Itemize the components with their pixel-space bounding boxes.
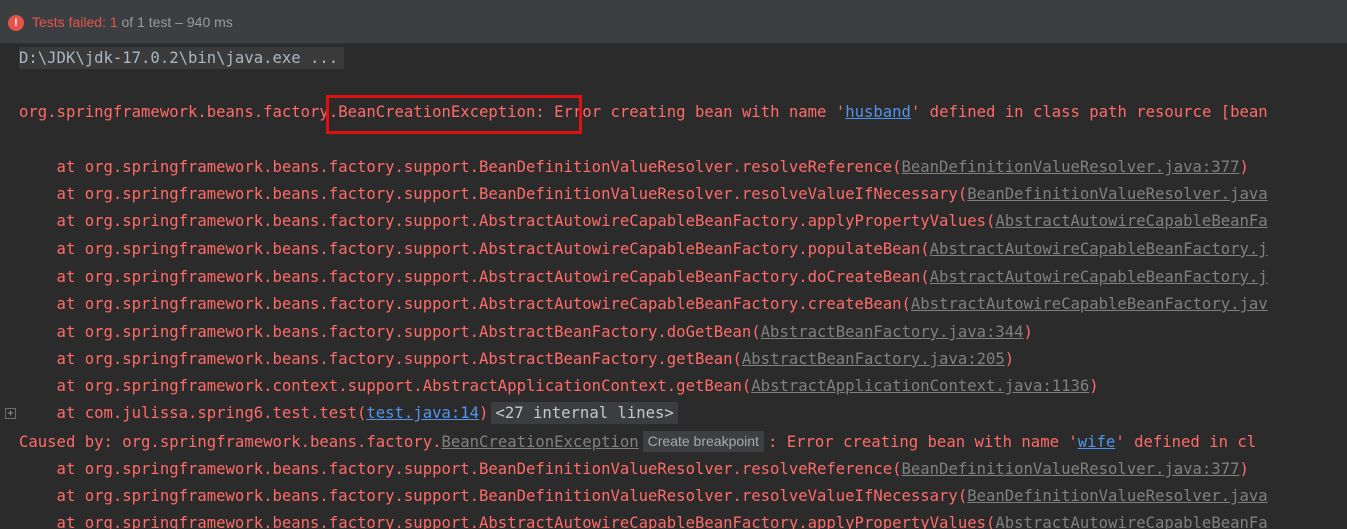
console-gutter xyxy=(0,44,14,529)
tests-failed-label: Tests failed: xyxy=(32,14,106,30)
stack-frame: at org.springframework.beans.factory.sup… xyxy=(19,238,1268,260)
stack-frame: at org.springframework.beans.factory.sup… xyxy=(19,293,1268,315)
stack-frame: at org.springframework.context.support.A… xyxy=(19,375,1099,397)
test-stack-frame: at com.julissa.spring6.test.test(test.ja… xyxy=(19,402,678,424)
stack-frame-tail: ) xyxy=(479,404,489,422)
stack-frame-text: at org.springframework.context.support.A… xyxy=(19,377,752,395)
stack-frame-tail: ) xyxy=(1089,377,1099,395)
stack-frame-text: at org.springframework.beans.factory.sup… xyxy=(19,514,996,529)
failed-count: 1 xyxy=(109,14,118,30)
stack-frame-text: at org.springframework.beans.factory.sup… xyxy=(19,487,968,505)
stack-frame-text: at com.julissa.spring6.test.test( xyxy=(19,404,367,422)
stack-frame-tail: ) xyxy=(1023,323,1033,341)
stack-frame: at org.springframework.beans.factory.sup… xyxy=(19,183,1268,205)
test-status-summary: Tests failed: 1 of 1 test – 940 ms xyxy=(32,14,233,30)
stack-frame: at org.springframework.beans.factory.sup… xyxy=(19,458,1249,480)
source-link[interactable]: AbstractAutowireCapableBeanFa xyxy=(995,212,1267,230)
caused-by-prefix: Caused by: org.springframework.beans.fac… xyxy=(19,433,442,451)
source-link[interactable]: AbstractAutowireCapableBeanFa xyxy=(995,514,1267,529)
command-line[interactable]: D:\JDK\jdk-17.0.2\bin\java.exe ... xyxy=(19,47,345,69)
stack-frame-text: at org.springframework.beans.factory.sup… xyxy=(19,158,902,176)
stack-frame: at org.springframework.beans.factory.sup… xyxy=(19,321,1033,343)
console-output[interactable]: D:\JDK\jdk-17.0.2\bin\java.exe ... org.s… xyxy=(0,44,1347,529)
test-total-summary: of 1 test – 940 ms xyxy=(121,14,233,30)
source-link[interactable]: AbstractApplicationContext.java:1136 xyxy=(751,377,1089,395)
exception-message-start: Error creating bean with name ' xyxy=(544,103,846,121)
source-link[interactable]: AbstractAutowireCapableBeanFactory.j xyxy=(930,268,1268,286)
exception-line: org.springframework.beans.factory.BeanCr… xyxy=(19,101,1268,123)
source-link[interactable]: BeanDefinitionValueResolver.java:377 xyxy=(902,460,1240,478)
stack-frame-text: at org.springframework.beans.factory.sup… xyxy=(19,240,930,258)
stack-frame: at org.springframework.beans.factory.sup… xyxy=(19,348,1015,370)
source-link[interactable]: BeanDefinitionValueResolver.java xyxy=(967,185,1267,203)
red-highlight-box xyxy=(326,95,582,134)
stack-frame-text: at org.springframework.beans.factory.sup… xyxy=(19,460,902,478)
source-link[interactable]: AbstractBeanFactory.java:344 xyxy=(761,323,1024,341)
stack-frame: at org.springframework.beans.factory.sup… xyxy=(19,266,1268,288)
caused-by-message-end: ' defined in cl xyxy=(1115,433,1257,451)
stack-frame-text: at org.springframework.beans.factory.sup… xyxy=(19,323,761,341)
exception-package: org.springframework.beans.factory xyxy=(19,103,329,121)
source-link[interactable]: AbstractAutowireCapableBeanFactory.jav xyxy=(911,295,1268,313)
stack-frame-tail: ) xyxy=(1004,350,1015,368)
stack-frame-text: at org.springframework.beans.factory.sup… xyxy=(19,268,930,286)
caused-by-message-start: : Error creating bean with name ' xyxy=(767,433,1078,451)
stack-frame-text: at org.springframework.beans.factory.sup… xyxy=(19,350,742,368)
stack-frame: at org.springframework.beans.factory.sup… xyxy=(19,512,1268,529)
stack-frame-text: at org.springframework.beans.factory.sup… xyxy=(19,185,968,203)
source-link[interactable]: BeanDefinitionValueResolver.java xyxy=(967,487,1267,505)
stack-frame-text: at org.springframework.beans.factory.sup… xyxy=(19,295,911,313)
create-breakpoint-tooltip[interactable]: Create breakpoint xyxy=(642,431,764,452)
stack-frame: at org.springframework.beans.factory.sup… xyxy=(19,156,1249,178)
stack-frame-text: at org.springframework.beans.factory.sup… xyxy=(19,212,996,230)
error-icon: ! xyxy=(8,15,24,31)
stack-frame: at org.springframework.beans.factory.sup… xyxy=(19,485,1268,507)
source-link[interactable]: AbstractAutowireCapableBeanFactory.j xyxy=(930,240,1268,258)
exception-message-end: ' defined in class path resource [bean xyxy=(910,103,1268,121)
stack-frame: at org.springframework.beans.factory.sup… xyxy=(19,210,1268,232)
source-link[interactable]: BeanDefinitionValueResolver.java:377 xyxy=(902,158,1240,176)
test-results-header: ! Tests failed: 1 of 1 test – 940 ms xyxy=(0,0,1347,44)
bean-link-husband[interactable]: husband xyxy=(845,103,911,121)
exception-class-link[interactable]: BeanCreationException xyxy=(441,433,638,451)
expand-fold-icon[interactable]: + xyxy=(5,408,16,419)
source-link[interactable]: AbstractBeanFactory.java:205 xyxy=(742,350,1005,368)
stack-frame-tail: ) xyxy=(1239,158,1249,176)
stack-frame-tail: ) xyxy=(1239,460,1249,478)
bean-link-wife[interactable]: wife xyxy=(1078,433,1116,451)
test-source-link[interactable]: test.java:14 xyxy=(366,404,479,422)
caused-by-line: Caused by: org.springframework.beans.fac… xyxy=(19,431,1256,453)
internal-lines-fold[interactable]: <27 internal lines> xyxy=(491,402,678,424)
